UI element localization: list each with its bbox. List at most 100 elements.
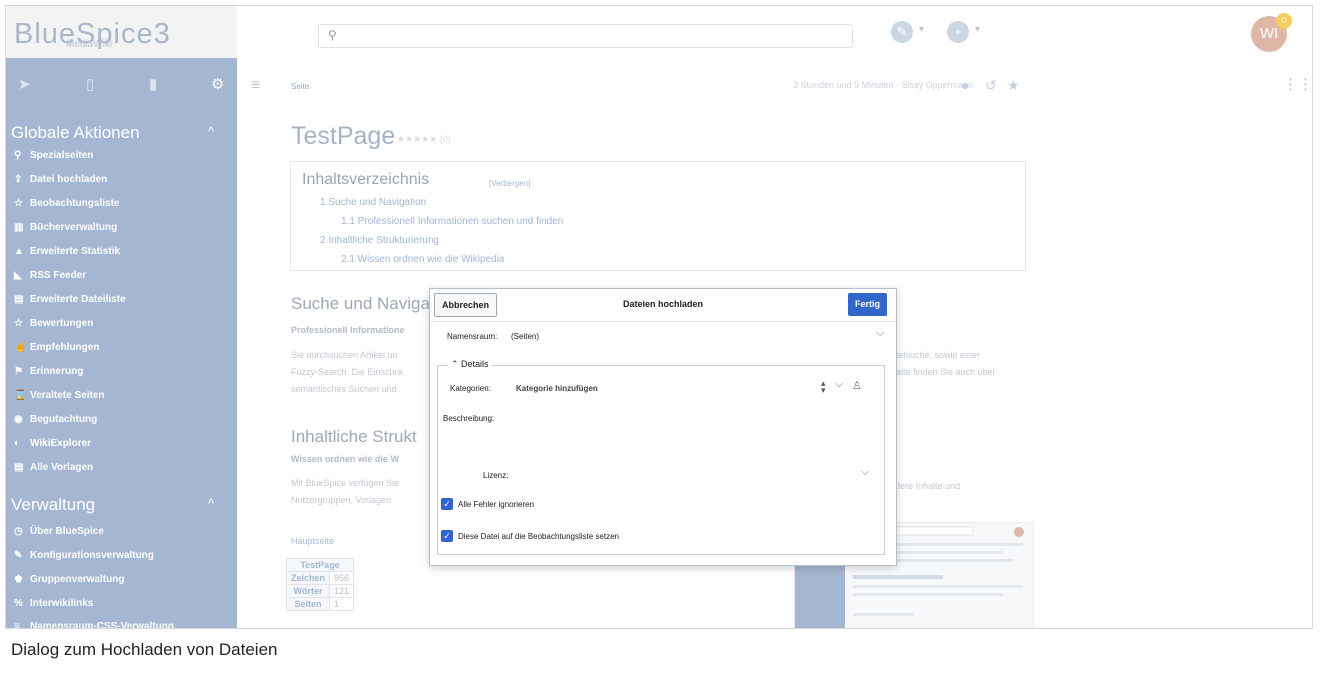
sidebar-item-label: Erinnerung	[30, 366, 84, 377]
logo-area[interactable]: BlueSpice3 MediaWiki	[6, 6, 237, 58]
ignore-errors-checkbox[interactable]: ✓	[441, 498, 453, 510]
toc-item[interactable]: 1.1 Professionell Informationen suchen u…	[341, 216, 563, 227]
gear-icon[interactable]: ⚙	[211, 75, 224, 93]
key-icon: ⚲	[14, 150, 22, 161]
dialog-title: Dateien hochladen	[622, 299, 703, 309]
ignore-errors-label[interactable]: Alle Fehler ignorieren	[458, 500, 534, 509]
sidebar-item-namensraum-css[interactable]: ≡ Namensraum-CSS-Verwaltung	[14, 621, 174, 628]
sidebar-item-veraltete-seiten[interactable]: ⌛ Veraltete Seiten	[14, 390, 104, 401]
chevron-down-icon[interactable]: ⌵	[835, 378, 843, 391]
stepper-icon[interactable]: ▴ ▾	[821, 379, 826, 395]
details-legend-label: Details	[461, 359, 489, 369]
search-icon: ⚲	[328, 28, 337, 42]
file-list-icon: ▤	[14, 294, 24, 305]
paragraph-line: Fuzzy-Search. Die Einschrä	[291, 367, 403, 377]
sidebar-item-label: Spezialseiten	[30, 150, 94, 161]
rating-stars[interactable]: ★★★★★ (0)	[397, 134, 451, 145]
sidebar-item-bewertungen[interactable]: ☆ Bewertungen	[14, 318, 93, 329]
subsection-heading: Wissen ordnen wie die W	[291, 454, 399, 464]
chevron-down-icon[interactable]: ⌵	[861, 466, 869, 479]
table-cell: Seiten	[285, 597, 331, 611]
dialog-header: Abbrechen Dateien hochladen Fertig	[430, 289, 896, 322]
watchlist-label[interactable]: Diese Datei auf die Beobachtungsliste se…	[458, 532, 619, 541]
sidebar-item-spezialseiten[interactable]: ⚲ Spezialseiten	[14, 150, 93, 161]
menu-toggle-icon[interactable]: ≡	[251, 77, 260, 95]
description-field[interactable]	[516, 410, 872, 460]
books-icon: ▥	[14, 222, 24, 233]
main-page-link[interactable]: Hauptseite	[291, 536, 334, 546]
rss-icon: ◣	[14, 270, 22, 281]
sidebar-item-rss-feeder[interactable]: ◣ RSS Feeder	[14, 270, 86, 281]
table-header[interactable]: TestPage	[285, 558, 355, 572]
edit-button[interactable]: ✎	[891, 21, 913, 43]
wrench-icon: ✎	[14, 550, 23, 561]
section-verwaltung[interactable]: Verwaltung	[11, 495, 95, 515]
book-icon[interactable]: ▯	[86, 75, 94, 93]
sidebar-item-wikiexplorer[interactable]: ◐ WikiExplorer	[14, 438, 91, 449]
sidebar-item-alle-vorlagen[interactable]: ▤ Alle Vorlagen	[14, 462, 93, 473]
table-of-contents: Inhaltsverzeichnis [Verbergen] 1 Suche u…	[290, 161, 1026, 271]
chevron-up-icon[interactable]: ^	[208, 124, 214, 139]
chevron-down-icon[interactable]: ⌵	[876, 327, 884, 340]
sidebar-item-datei-hochladen[interactable]: ⇪ Datei hochladen	[14, 174, 107, 185]
chevron-up-icon[interactable]: ^	[208, 496, 214, 511]
upload-icon: ⇪	[14, 174, 23, 185]
toc-item[interactable]: 2.1 Wissen ordnen wie die Wikipedia	[341, 254, 504, 265]
category-tree-icon[interactable]: ♙	[852, 379, 862, 392]
categories-input[interactable]: Kategorie hinzufügen	[516, 384, 598, 393]
paragraph-line: alte finden Sie auch über	[896, 367, 996, 377]
toc-item[interactable]: 2 Inhaltliche Strukturierung	[320, 235, 439, 246]
sidebar-item-label: Beobachtungsliste	[30, 198, 120, 209]
namespace-select[interactable]: (Seiten)	[511, 332, 539, 341]
section-heading: Suche und Naviga	[291, 294, 430, 313]
notification-badge[interactable]: ☺	[1276, 13, 1292, 29]
section-global-actions[interactable]: Globale Aktionen	[11, 123, 140, 143]
sidebar-item-label: Interwikilinks	[30, 598, 94, 609]
toc-hide-link[interactable]: [Verbergen]	[489, 179, 530, 188]
sidebar-item-erweiterte-statistik[interactable]: ▲ Erweiterte Statistik	[14, 246, 120, 257]
edit-caret-icon[interactable]: ▾	[919, 24, 924, 35]
top-header: BlueSpice3 MediaWiki ⚲ ✎ ▾ + ▾ WI ☺	[6, 6, 1312, 58]
subsection-heading: Professionell Informatione	[291, 325, 405, 335]
apps-grid-icon[interactable]: ⋮⋮⋮	[1283, 75, 1312, 93]
favorite-star-icon[interactable]: ★	[1007, 77, 1020, 94]
paragraph-line: ndere Inhalte und	[890, 481, 961, 491]
sidebar-item-konfigurationsverwaltung[interactable]: ✎ Konfigurationsverwaltung	[14, 550, 154, 561]
sidebar-item-gruppenverwaltung[interactable]: ♚ Gruppenverwaltung	[14, 574, 124, 585]
sidebar-item-buecherverwaltung[interactable]: ▥ Bücherverwaltung	[14, 222, 117, 233]
sidebar-item-begutachtung[interactable]: ◉ Begutachtung	[14, 414, 97, 425]
paragraph-line: telsuche, sowie einer	[896, 350, 981, 360]
search-input[interactable]: ⚲	[318, 24, 853, 48]
sidebar-item-empfehlungen[interactable]: ☝ Empfehlungen	[14, 342, 99, 353]
sidebar-item-label: Bücherverwaltung	[30, 222, 118, 233]
sidebar-item-interwikilinks[interactable]: % Interwikilinks	[14, 598, 93, 609]
page-title: TestPage	[291, 122, 396, 150]
info-icon: ◷	[14, 526, 23, 537]
watchlist-checkbox[interactable]: ✓	[441, 530, 453, 542]
history-icon[interactable]: ↺	[985, 77, 997, 94]
clipboard-icon[interactable]: ▮	[149, 75, 157, 93]
link-icon: %	[14, 598, 23, 609]
group-icon: ♚	[14, 574, 23, 585]
breadcrumb[interactable]: Seite	[291, 82, 309, 91]
sidebar-item-label: Erweiterte Dateiliste	[30, 294, 126, 305]
sidebar-item-ueber-bluespice[interactable]: ◷ Über BlueSpice	[14, 526, 104, 537]
navigation-icon[interactable]: ➤	[18, 75, 31, 93]
compass-icon: ◐	[14, 438, 21, 449]
license-select[interactable]	[516, 466, 876, 484]
discussion-icon[interactable]: ●	[961, 77, 969, 93]
add-button[interactable]: +	[947, 21, 969, 43]
section-heading: Inhaltliche Strukt	[291, 427, 417, 446]
toc-item[interactable]: 1 Suche und Navigation	[320, 197, 426, 208]
chart-icon: ▲	[14, 246, 24, 257]
add-caret-icon[interactable]: ▾	[975, 24, 980, 35]
sidebar-item-label: Alle Vorlagen	[30, 462, 94, 473]
done-button[interactable]: Fertig	[848, 293, 888, 316]
last-edit-info[interactable]: 3 Stunden und 9 Minuten - Sissy Opperman…	[793, 80, 973, 90]
sidebar-item-beobachtungsliste[interactable]: ☆ Beobachtungsliste	[14, 198, 119, 209]
details-legend[interactable]: ⌃ Details	[448, 359, 492, 370]
thumbs-up-icon: ☝	[14, 342, 27, 353]
sidebar-item-erinnerung[interactable]: ⚑ Erinnerung	[14, 366, 83, 377]
star-icon: ☆	[14, 198, 23, 209]
sidebar-item-erweiterte-dateiliste[interactable]: ▤ Erweiterte Dateiliste	[14, 294, 126, 305]
